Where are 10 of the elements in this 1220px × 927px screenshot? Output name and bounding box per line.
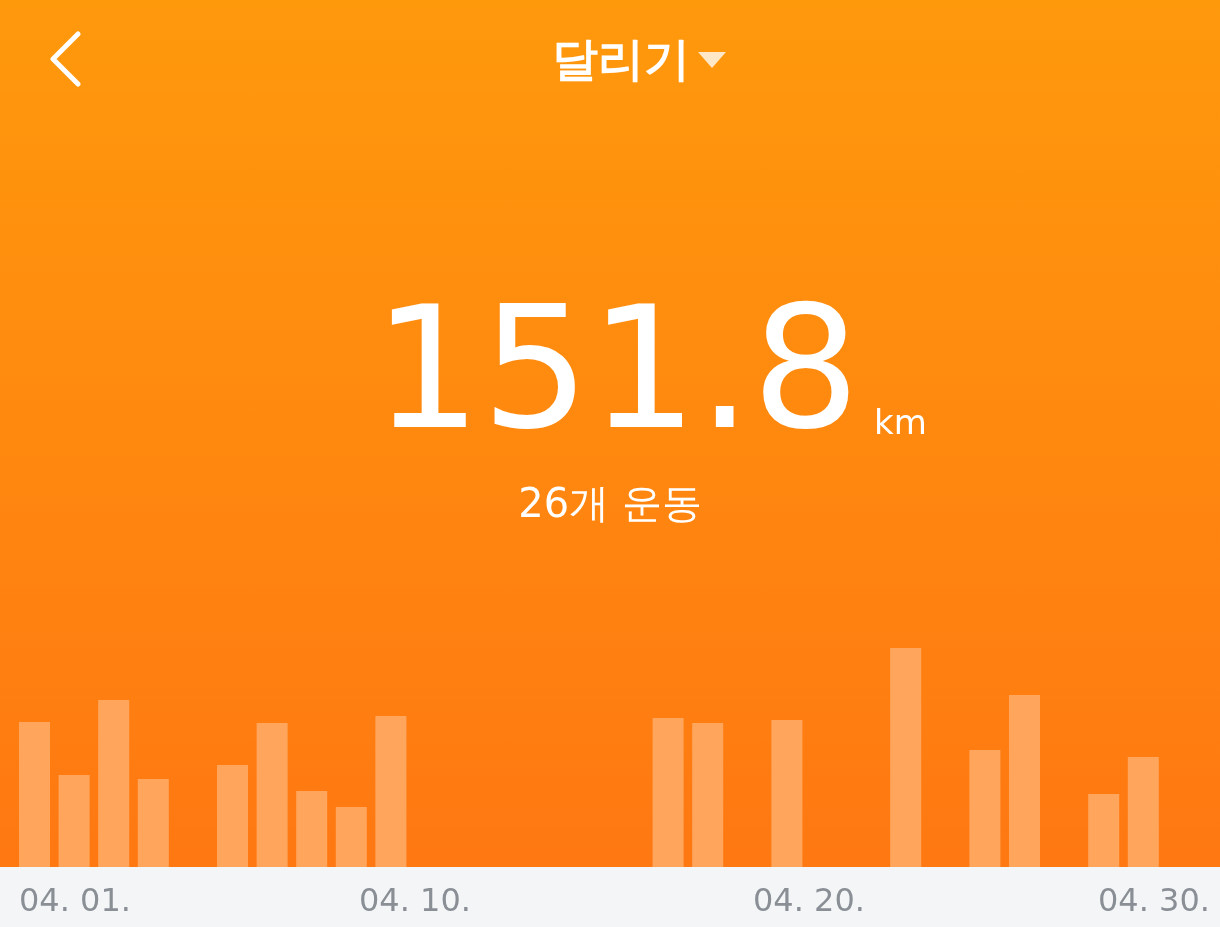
axis-date-label: 04. 01.	[19, 881, 131, 919]
back-icon[interactable]	[48, 31, 82, 87]
axis-date-label: 04. 20.	[753, 881, 865, 919]
title-dropdown[interactable]: 달리기	[552, 29, 690, 91]
distance-value: 151.8	[373, 288, 860, 448]
axis-date-label: 04. 10.	[359, 881, 471, 919]
distance-unit: km	[873, 402, 927, 444]
caret-icon[interactable]	[696, 50, 728, 70]
axis-date-label: 04. 30.	[1098, 881, 1210, 919]
workout-count: 26개 운동	[518, 479, 702, 528]
